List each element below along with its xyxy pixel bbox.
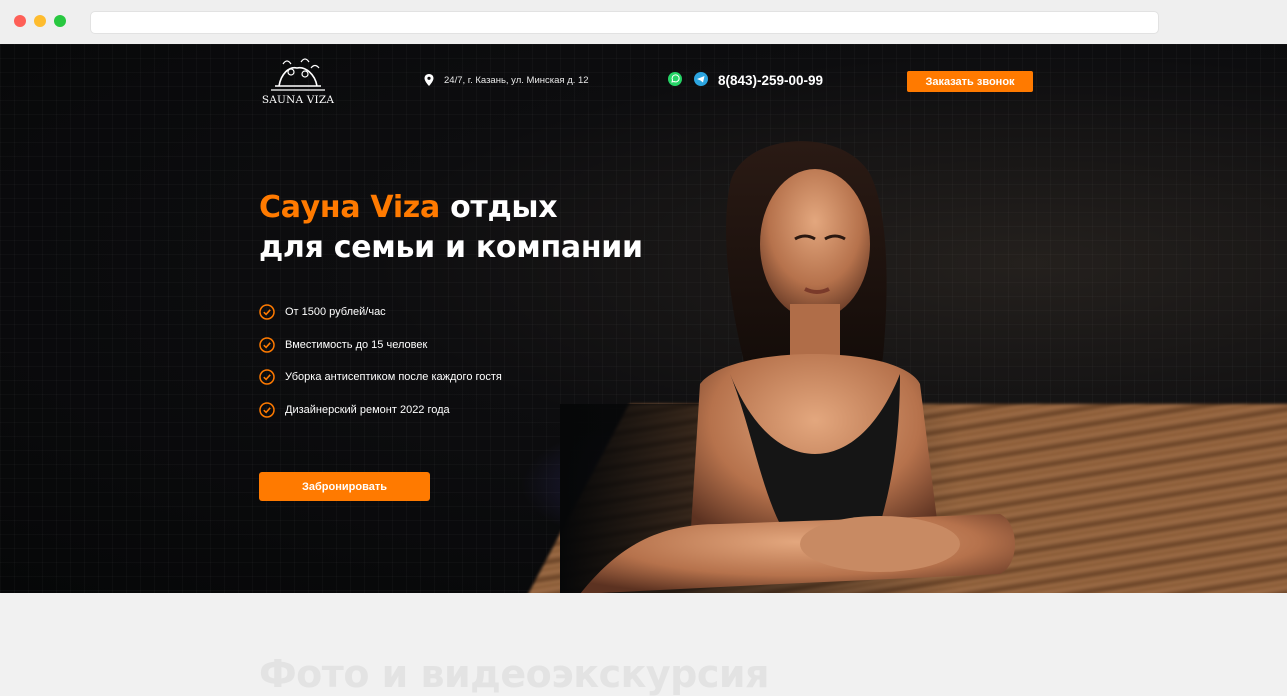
logo-emblem-icon [271,58,325,91]
maximize-window-button[interactable] [54,15,66,27]
hero-title-line2: для семьи и компании [259,230,643,265]
whatsapp-icon[interactable] [668,72,682,86]
book-button[interactable]: Забронировать [259,472,430,501]
close-window-button[interactable] [14,15,26,27]
location-pin-icon [424,74,434,86]
address-bar[interactable] [90,11,1159,34]
feature-item: Уборка антисептиком после каждого гостя [259,361,502,394]
minimize-window-button[interactable] [34,15,46,27]
hero-photo-woman [580,141,1015,593]
feature-item: От 1500 рублей/час [259,296,502,329]
feature-text: От 1500 рублей/час [285,306,386,319]
check-circle-icon [259,304,275,320]
feature-text: Уборка антисептиком после каждого гостя [285,371,502,384]
header-phone[interactable]: 8(843)-259-00-99 [718,73,823,88]
check-circle-icon [259,337,275,353]
feature-text: Вместимость до 15 человек [285,338,428,351]
address-text: 24/7, г. Казань, ул. Минская д. 12 [444,74,589,86]
hero-title-rest: отдых [439,190,558,225]
header-address: 24/7, г. Казань, ул. Минская д. 12 [424,74,589,86]
feature-list: От 1500 рублей/час Вместимость до 15 чел… [259,296,502,426]
hero-section: SAUNA VIZA 24/7, г. Казань, ул. Минская … [0,44,1287,593]
hero-title-accent: Сауна Viza [259,190,440,225]
sauna-viza-logo[interactable]: SAUNA VIZA [261,56,335,108]
check-circle-icon [259,402,275,418]
telegram-icon[interactable] [694,72,708,86]
messenger-links [668,72,708,86]
browser-toolbar [0,0,1287,44]
feature-text: Дизайнерский ремонт 2022 года [285,403,450,416]
hero-title: Сауна Viza отдых для семьи и компании [259,188,643,268]
callback-button[interactable]: Заказать звонок [907,71,1033,92]
check-circle-icon [259,369,275,385]
feature-item: Дизайнерский ремонт 2022 года [259,394,502,427]
logo-text: SAUNA VIZA [261,94,335,106]
photo-video-tour-title: Фото и видеоэкскурсия [259,652,769,696]
feature-item: Вместимость до 15 человек [259,329,502,362]
